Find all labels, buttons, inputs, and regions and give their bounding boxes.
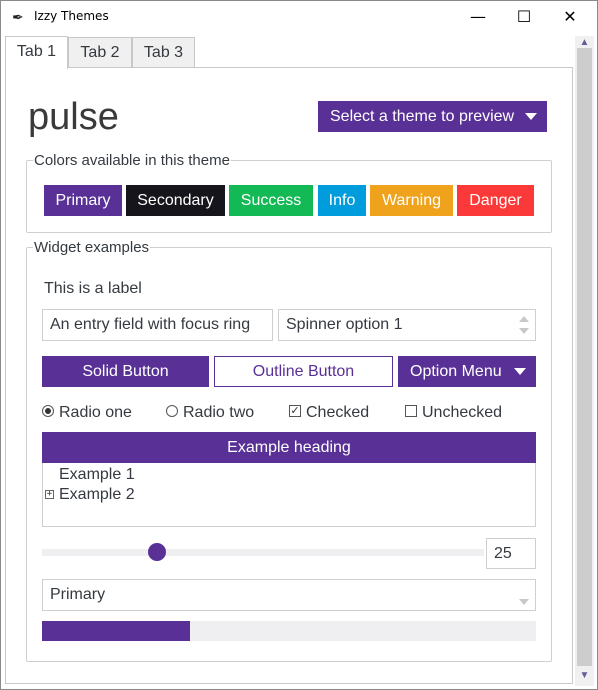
tab-1[interactable]: Tab 1	[5, 36, 68, 69]
combobox-value: Primary	[50, 586, 106, 603]
option-menu[interactable]: Option Menu	[398, 356, 536, 387]
checkbox-unchecked[interactable]	[405, 405, 417, 417]
treeview-heading[interactable]: Example heading	[42, 432, 536, 463]
scale-track[interactable]	[42, 549, 484, 556]
feather-icon: ✒	[12, 9, 24, 25]
radio-two-label[interactable]: Radio two	[183, 404, 254, 422]
checkbox-checked[interactable]: ✓	[289, 405, 301, 417]
maximize-button[interactable]: ☐	[501, 2, 547, 32]
theme-name-heading: pulse	[28, 96, 119, 138]
spinner-down-arrow-icon[interactable]	[519, 328, 529, 334]
solid-button[interactable]: Solid Button	[42, 356, 209, 387]
progress-fill	[42, 621, 191, 641]
option-menu-label: Option Menu	[410, 363, 502, 380]
swatch-danger[interactable]: Danger	[457, 185, 534, 216]
chevron-down-icon[interactable]	[519, 599, 529, 605]
outline-button[interactable]: Outline Button	[214, 356, 393, 387]
scrollbar-thumb[interactable]	[577, 48, 592, 666]
combobox[interactable]: Primary	[42, 579, 536, 611]
caret-down-icon	[525, 113, 537, 120]
scale-thumb[interactable]	[148, 543, 166, 561]
unchecked-label[interactable]: Unchecked	[422, 404, 502, 422]
colors-group-legend: Colors available in this theme	[33, 152, 231, 170]
example-label: This is a label	[44, 280, 142, 297]
tree-item[interactable]: Example 1	[59, 466, 135, 484]
theme-select-menu[interactable]: Select a theme to preview	[318, 101, 547, 132]
swatch-warning[interactable]: Warning	[370, 185, 453, 216]
swatch-primary[interactable]: Primary	[44, 185, 122, 216]
close-button[interactable]: ✕	[547, 2, 593, 32]
checked-label[interactable]: Checked	[306, 404, 369, 422]
scale-value-entry[interactable]: 25	[486, 538, 536, 569]
tab-3[interactable]: Tab 3	[132, 37, 195, 68]
expand-plus-icon[interactable]: +	[45, 490, 54, 499]
swatch-success[interactable]: Success	[229, 185, 313, 216]
spinner-value: Spinner option 1	[286, 316, 403, 333]
radio-selected-dot	[45, 408, 51, 414]
spinner-field[interactable]: Spinner option 1	[278, 309, 536, 341]
radio-one-label[interactable]: Radio one	[59, 404, 132, 422]
minimize-button[interactable]: —	[455, 2, 501, 32]
tab-2[interactable]: Tab 2	[68, 37, 132, 68]
tree-item[interactable]: Example 2	[59, 486, 135, 504]
scroll-down-arrow-icon[interactable]: ▼	[575, 670, 594, 682]
window-title: Izzy Themes	[34, 9, 109, 23]
widgets-group-legend: Widget examples	[33, 239, 151, 257]
caret-down-icon	[514, 368, 526, 375]
radio-one-indicator[interactable]	[42, 405, 54, 417]
entry-field[interactable]: An entry field with focus ring	[42, 309, 273, 341]
swatch-info[interactable]: Info	[318, 185, 366, 216]
swatch-secondary[interactable]: Secondary	[126, 185, 225, 216]
spinner-up-arrow-icon[interactable]	[519, 316, 529, 322]
radio-two-indicator[interactable]	[166, 405, 178, 417]
theme-select-label: Select a theme to preview	[330, 108, 515, 125]
